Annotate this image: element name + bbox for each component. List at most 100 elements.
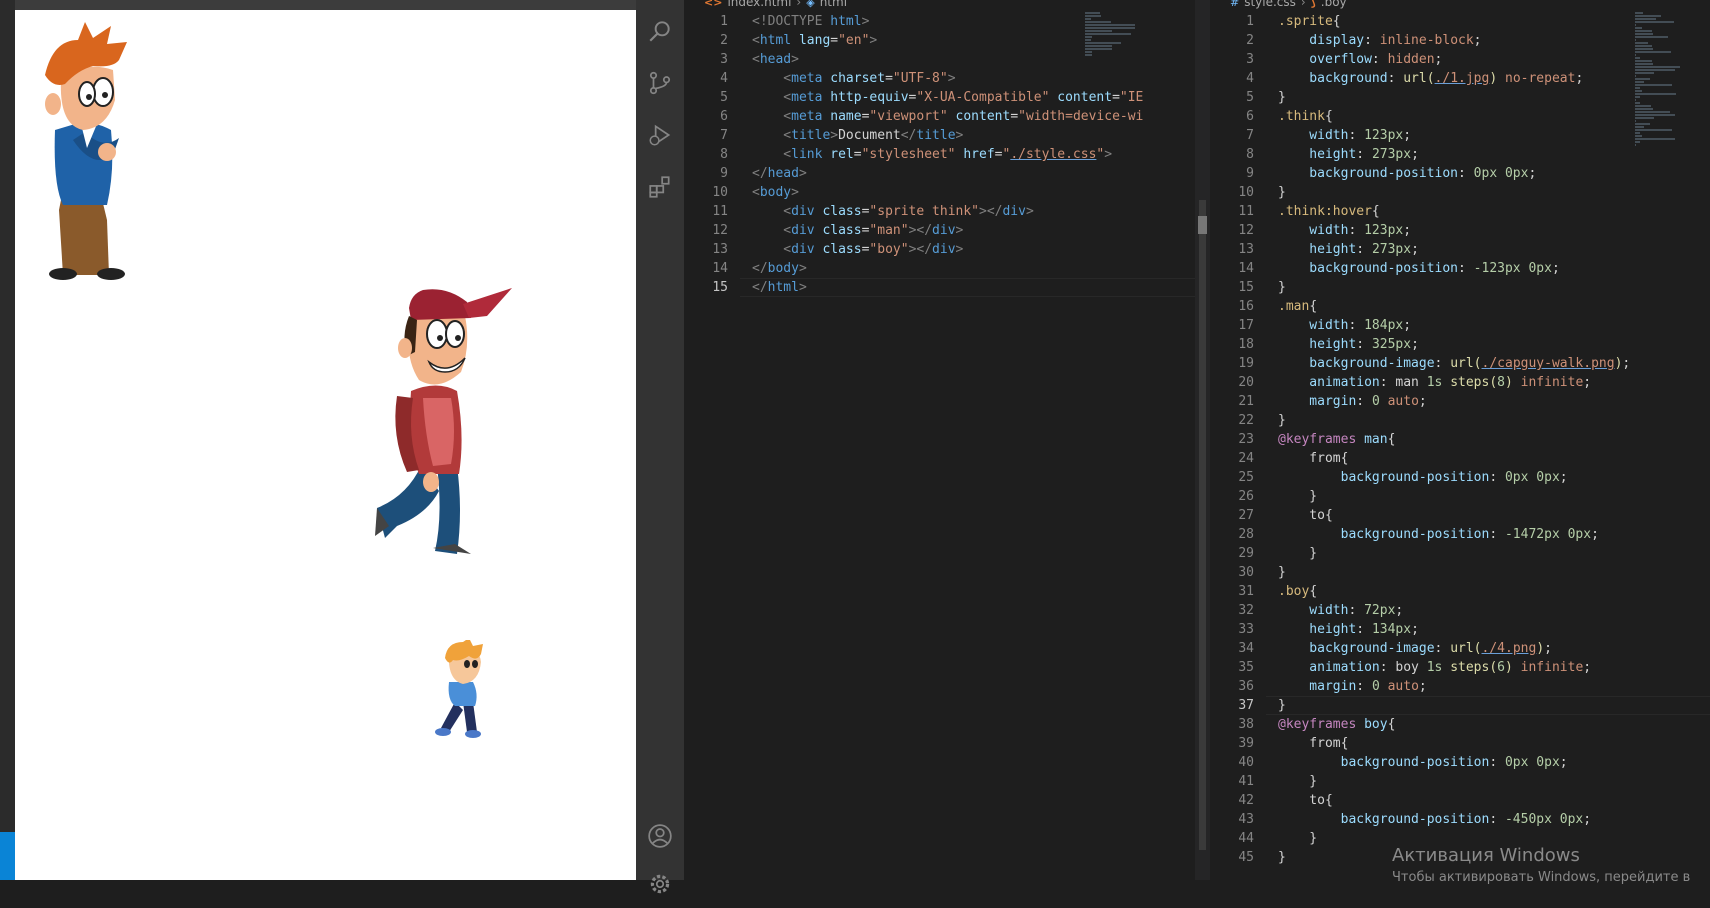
line-text[interactable]: height: 273px; xyxy=(1278,145,1419,164)
line-text[interactable]: <meta name="viewport" content="width=dev… xyxy=(752,107,1143,126)
think-sprite[interactable] xyxy=(23,20,148,282)
code-line[interactable]: 20 animation: man 1s steps(8) infinite; xyxy=(1210,373,1710,392)
code-line[interactable]: 35 animation: boy 1s steps(6) infinite; xyxy=(1210,658,1710,677)
code-line[interactable]: 15} xyxy=(1210,278,1710,297)
line-text[interactable]: background-position: 0px 0px; xyxy=(1278,753,1568,772)
code-line[interactable]: 6 <meta name="viewport" content="width=d… xyxy=(684,107,1195,126)
line-text[interactable]: background: url(./1.jpg) no-repeat; xyxy=(1278,69,1583,88)
line-text[interactable]: animation: boy 1s steps(6) infinite; xyxy=(1278,658,1591,677)
code-line[interactable]: 13 height: 273px; xyxy=(1210,240,1710,259)
line-text[interactable]: background-image: url(./4.png); xyxy=(1278,639,1552,658)
line-text[interactable]: to{ xyxy=(1278,791,1333,810)
editor-splitter-scrollbar[interactable] xyxy=(1195,0,1210,880)
line-text[interactable]: .think:hover{ xyxy=(1278,202,1380,221)
line-text[interactable]: .boy{ xyxy=(1278,582,1317,601)
breadcrumb-file[interactable]: index.html xyxy=(727,0,791,9)
code-line[interactable]: 12 width: 123px; xyxy=(1210,221,1710,240)
code-line[interactable]: 11 .think:hover{ xyxy=(1210,202,1710,221)
line-text[interactable]: } xyxy=(1278,278,1286,297)
line-text[interactable]: overflow: hidden; xyxy=(1278,50,1442,69)
line-text[interactable]: } xyxy=(1278,848,1286,867)
breadcrumb-symbol[interactable]: html xyxy=(820,0,847,9)
code-line[interactable]: 43 background-position: -450px 0px; xyxy=(1210,810,1710,829)
line-text[interactable]: background-image: url(./capguy-walk.png)… xyxy=(1278,354,1630,373)
minimap[interactable] xyxy=(1085,12,1155,56)
line-text[interactable]: height: 273px; xyxy=(1278,240,1419,259)
line-text[interactable]: } xyxy=(1278,544,1317,563)
code-line[interactable]: 10 <body> xyxy=(684,183,1195,202)
line-text[interactable]: <html lang="en"> xyxy=(752,31,877,50)
man-sprite[interactable] xyxy=(367,276,512,558)
line-text[interactable]: <div class="boy"></div> xyxy=(752,240,963,259)
code-line[interactable]: 34 background-image: url(./4.png); xyxy=(1210,639,1710,658)
line-text[interactable]: width: 123px; xyxy=(1278,126,1411,145)
search-icon[interactable] xyxy=(636,7,684,55)
line-text[interactable]: @keyframes man{ xyxy=(1278,430,1395,449)
code-line[interactable]: 37} xyxy=(1210,696,1710,715)
code-line[interactable]: 4 <meta charset="UTF-8"> xyxy=(684,69,1195,88)
line-text[interactable]: } xyxy=(1278,772,1317,791)
minimap[interactable] xyxy=(1635,12,1705,146)
line-text[interactable]: background-position: -1472px 0px; xyxy=(1278,525,1599,544)
line-text[interactable]: background-position: 0px 0px; xyxy=(1278,468,1568,487)
editor-index-html[interactable]: <> index.html › ◈ html 1 <!DOCTYPE html> 2… xyxy=(684,0,1195,880)
line-text[interactable]: </body> xyxy=(752,259,807,278)
breadcrumb-symbol[interactable]: .boy xyxy=(1321,0,1347,9)
line-text[interactable]: .sprite{ xyxy=(1278,12,1341,31)
code-line[interactable]: 5 <meta http-equiv = "X-UA-Compatible" con… xyxy=(684,88,1195,107)
line-text[interactable]: height: 325px; xyxy=(1278,335,1419,354)
line-text[interactable]: <body> xyxy=(752,183,799,202)
code-line[interactable]: 8 height: 273px; xyxy=(1210,145,1710,164)
boy-sprite[interactable] xyxy=(433,640,495,740)
code-line[interactable]: 31 .boy{ xyxy=(1210,582,1710,601)
code-line[interactable]: 18 height: 325px; xyxy=(1210,335,1710,354)
line-text[interactable]: } xyxy=(1278,563,1286,582)
code-line[interactable]: 28 background-position: -1472px 0px; xyxy=(1210,525,1710,544)
code-line[interactable]: 14 </body> xyxy=(684,259,1195,278)
code-line[interactable]: 3 <head> xyxy=(684,50,1195,69)
code-line[interactable]: 8 <link rel="stylesheet" href="./style.c… xyxy=(684,145,1195,164)
settings-icon[interactable] xyxy=(636,860,684,908)
code-line[interactable]: 21 margin: 0 auto; xyxy=(1210,392,1710,411)
line-text[interactable]: } xyxy=(1278,829,1317,848)
code-line[interactable]: 33 height: 134px; xyxy=(1210,620,1710,639)
line-text[interactable]: <head> xyxy=(752,50,799,69)
line-text[interactable]: width: 72px; xyxy=(1278,601,1403,620)
code-line[interactable]: 40 background-position: 0px 0px; xyxy=(1210,753,1710,772)
line-text[interactable]: background-position: 0px 0px; xyxy=(1278,164,1536,183)
scrollbar-track[interactable] xyxy=(1199,200,1206,850)
code-line[interactable]: 26 } xyxy=(1210,487,1710,506)
code-line[interactable]: 9 background-position: 0px 0px; xyxy=(1210,164,1710,183)
run-debug-icon[interactable] xyxy=(636,111,684,159)
line-text[interactable]: } xyxy=(1278,696,1286,715)
line-text[interactable]: .man{ xyxy=(1278,297,1317,316)
code-line[interactable]: 32 width: 72px; xyxy=(1210,601,1710,620)
code-line[interactable]: 39 from{ xyxy=(1210,734,1710,753)
line-text[interactable]: <!DOCTYPE html> xyxy=(752,12,869,31)
line-text[interactable]: } xyxy=(1278,487,1317,506)
line-text[interactable]: <div class="sprite think"></div> xyxy=(752,202,1034,221)
line-text[interactable]: height: 134px; xyxy=(1278,620,1419,639)
source-control-icon[interactable] xyxy=(636,59,684,107)
line-text[interactable]: <title>Document</title> xyxy=(752,126,963,145)
line-text[interactable]: animation: man 1s steps(8) infinite; xyxy=(1278,373,1591,392)
code-line[interactable]: 25 background-position: 0px 0px; xyxy=(1210,468,1710,487)
code-line[interactable]: 15 </html> xyxy=(684,278,1195,297)
code-line[interactable]: 7 <title>Document</title> xyxy=(684,126,1195,145)
code-line[interactable]: 9 </head> xyxy=(684,164,1195,183)
code-line[interactable]: 13 <div class="boy"></div> xyxy=(684,240,1195,259)
line-text[interactable]: } xyxy=(1278,411,1286,430)
code-line[interactable]: 23 @keyframes man{ xyxy=(1210,430,1710,449)
line-text[interactable]: width: 184px; xyxy=(1278,316,1411,335)
line-text[interactable]: } xyxy=(1278,88,1286,107)
line-text[interactable]: } xyxy=(1278,183,1286,202)
editor-style-css[interactable]: # style.css › ⟆ .boy 1 .sprite{2 display:… xyxy=(1210,0,1710,880)
code-line[interactable]: 12 <div class="man"></div> xyxy=(684,221,1195,240)
breadcrumb-file[interactable]: style.css xyxy=(1244,0,1296,9)
code-line[interactable]: 14 background-position: -123px 0px; xyxy=(1210,259,1710,278)
line-text[interactable]: width: 123px; xyxy=(1278,221,1411,240)
line-text[interactable]: @keyframes boy{ xyxy=(1278,715,1395,734)
code-line[interactable]: 11 <div class="sprite think"></div> xyxy=(684,202,1195,221)
line-text[interactable]: from{ xyxy=(1278,734,1348,753)
extensions-icon[interactable] xyxy=(636,163,684,211)
